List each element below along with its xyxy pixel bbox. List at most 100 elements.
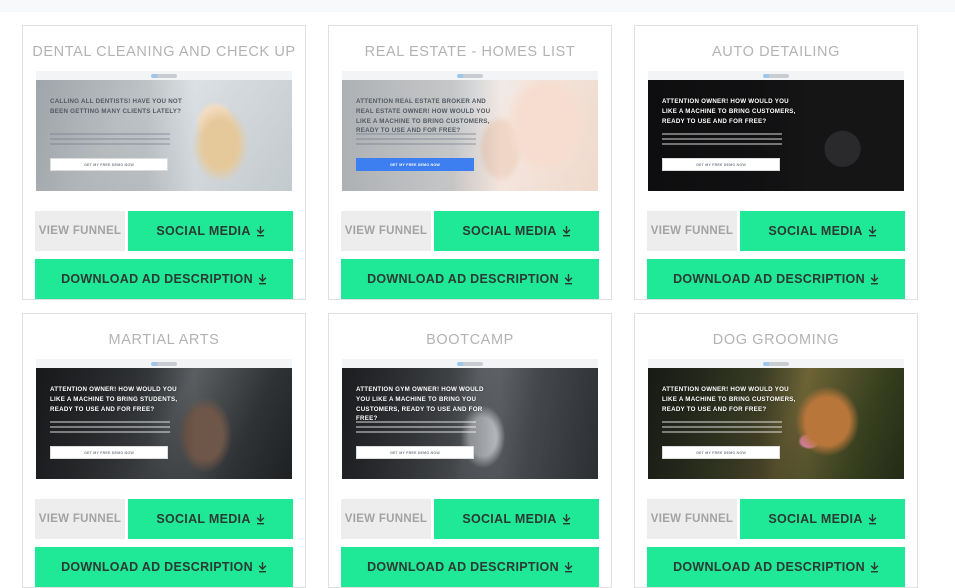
brand-logo-icon [457,361,483,366]
brand-logo-icon [151,73,177,78]
social-media-button[interactable]: SOCIAL MEDIA [740,211,905,252]
thumbnail-cta-label: GET MY FREE DEMO NOW [696,450,746,455]
card-title: REAL ESTATE - HOMES LIST [364,44,576,60]
thumbnail-subtext [356,133,476,148]
card-button-row: VIEW FUNNEL SOCIAL MEDIA [341,211,599,252]
funnel-card[interactable]: MARTIAL ARTS ATTENTION OWNER! HOW WOULD Y… [22,313,306,588]
social-media-button[interactable]: SOCIAL MEDIA [128,211,293,252]
funnel-thumbnail[interactable]: ATTENTION OWNER! HOW WOULD YOU LIKE A MA… [648,71,904,192]
social-media-label: SOCIAL MEDIA [768,224,863,239]
download-ad-label: DOWNLOAD AD DESCRIPTION [61,560,253,575]
thumbnail-cta-label: GET MY FREE DEMO NOW [84,162,134,167]
social-media-label: SOCIAL MEDIA [768,512,863,527]
download-icon [868,513,877,525]
social-media-label: SOCIAL MEDIA [462,224,557,239]
top-bar [0,0,955,12]
thumbnail-header-bar [36,359,292,369]
thumbnail-subtext [662,133,782,148]
download-icon [562,225,571,237]
social-media-button[interactable]: SOCIAL MEDIA [434,211,599,252]
social-media-button[interactable]: SOCIAL MEDIA [128,499,293,540]
card-title: DENTAL CLEANING AND CHECK UP [32,44,296,60]
thumbnail-subtext [662,421,782,436]
card-button-row: VIEW FUNNEL SOCIAL MEDIA [35,499,293,540]
download-ad-label: DOWNLOAD AD DESCRIPTION [673,560,865,575]
thumbnail-cta-button[interactable]: GET MY FREE DEMO NOW [662,446,780,460]
thumbnail-headline: ATTENTION OWNER! HOW WOULD YOU LIKE A MA… [662,386,796,413]
funnel-thumbnail[interactable]: ATTENTION OWNER! HOW WOULD YOU LIKE A MA… [36,359,292,480]
download-ad-label: DOWNLOAD AD DESCRIPTION [367,272,559,287]
thumbnail-subtext [50,421,170,436]
download-ad-label: DOWNLOAD AD DESCRIPTION [367,560,559,575]
brand-logo-icon [457,73,483,78]
download-ad-description-button[interactable]: DOWNLOAD AD DESCRIPTION [647,547,905,588]
download-icon [256,513,265,525]
download-icon [256,225,265,237]
brand-logo-icon [763,73,789,78]
download-ad-description-button[interactable]: DOWNLOAD AD DESCRIPTION [341,259,599,300]
view-funnel-button[interactable]: VIEW FUNNEL [35,211,125,252]
funnel-thumbnail[interactable]: CALLING ALL DENTISTS! HAVE YOU NOT BEEN … [36,71,292,192]
funnel-thumbnail[interactable]: ATTENTION REAL ESTATE BROKER AND REAL ES… [342,71,598,192]
view-funnel-button[interactable]: VIEW FUNNEL [647,499,737,540]
card-button-row: VIEW FUNNEL SOCIAL MEDIA [647,499,905,540]
thumbnail-cta-label: GET MY FREE DEMO NOW [390,450,440,455]
social-media-label: SOCIAL MEDIA [156,512,251,527]
thumbnail-cta-label: GET MY FREE DEMO NOW [84,450,134,455]
download-icon [258,273,267,285]
thumbnail-header-bar [648,71,904,81]
funnel-thumbnail[interactable]: ATTENTION GYM OWNER! HOW WOULD YOU LIKE … [342,359,598,480]
thumbnail-cta-button[interactable]: GET MY FREE DEMO NOW [50,446,168,460]
funnel-card-wrapper: AUTO DETAILING ATTENTION OWNER! HOW WOULD… [623,12,929,300]
view-funnel-button[interactable]: VIEW FUNNEL [341,499,431,540]
social-media-label: SOCIAL MEDIA [462,512,557,527]
view-funnel-button[interactable]: VIEW FUNNEL [341,211,431,252]
thumbnail-headline: ATTENTION REAL ESTATE BROKER AND REAL ES… [356,98,491,135]
card-button-row: VIEW FUNNEL SOCIAL MEDIA [647,211,905,252]
thumbnail-headline: ATTENTION OWNER! HOW WOULD YOU LIKE A MA… [50,386,178,413]
card-title: MARTIAL ARTS [108,332,220,348]
funnel-card[interactable]: DOG GROOMING ATTENTION OWNER! HOW WOULD Y… [634,313,918,588]
funnel-card[interactable]: DENTAL CLEANING AND CHECK UP CALLING ALL … [22,25,306,300]
download-icon [870,561,879,573]
thumbnail-subtext [50,133,170,148]
thumbnail-cta-button[interactable]: GET MY FREE DEMO NOW [50,158,168,172]
funnel-card[interactable]: AUTO DETAILING ATTENTION OWNER! HOW WOULD… [634,25,918,300]
download-ad-description-button[interactable]: DOWNLOAD AD DESCRIPTION [35,547,293,588]
download-ad-description-button[interactable]: DOWNLOAD AD DESCRIPTION [647,259,905,300]
card-button-row: VIEW FUNNEL SOCIAL MEDIA [35,211,293,252]
card-title: BOOTCAMP [426,332,514,348]
thumbnail-cta-label: GET MY FREE DEMO NOW [696,162,746,167]
funnel-card-wrapper: MARTIAL ARTS ATTENTION OWNER! HOW WOULD Y… [11,300,317,588]
funnel-card[interactable]: REAL ESTATE - HOMES LIST ATTENTION REAL E… [328,25,612,300]
thumbnail-header-bar [648,359,904,369]
funnel-thumbnail[interactable]: ATTENTION OWNER! HOW WOULD YOU LIKE A MA… [648,359,904,480]
view-funnel-button[interactable]: VIEW FUNNEL [35,499,125,540]
download-ad-label: DOWNLOAD AD DESCRIPTION [673,272,865,287]
thumbnail-header-bar [36,71,292,81]
download-ad-description-button[interactable]: DOWNLOAD AD DESCRIPTION [35,259,293,300]
thumbnail-subtext [356,421,476,436]
funnel-card[interactable]: BOOTCAMP ATTENTION GYM OWNER! HOW WOULD Y… [328,313,612,588]
funnel-card-wrapper: REAL ESTATE - HOMES LIST ATTENTION REAL E… [317,12,623,300]
download-icon [258,561,267,573]
funnel-card-grid: DENTAL CLEANING AND CHECK UP CALLING ALL … [0,12,955,588]
thumbnail-cta-label: GET MY FREE DEMO NOW [390,162,440,167]
thumbnail-cta-button[interactable]: GET MY FREE DEMO NOW [356,446,474,460]
social-media-button[interactable]: SOCIAL MEDIA [434,499,599,540]
download-icon [562,513,571,525]
thumbnail-cta-button[interactable]: GET MY FREE DEMO NOW [662,158,780,172]
download-icon [870,273,879,285]
funnel-card-wrapper: BOOTCAMP ATTENTION GYM OWNER! HOW WOULD Y… [317,300,623,588]
funnel-card-wrapper: DENTAL CLEANING AND CHECK UP CALLING ALL … [11,12,317,300]
card-button-row: VIEW FUNNEL SOCIAL MEDIA [341,499,599,540]
card-title: AUTO DETAILING [712,44,840,60]
brand-logo-icon [763,361,789,366]
card-title: DOG GROOMING [712,332,840,348]
view-funnel-button[interactable]: VIEW FUNNEL [647,211,737,252]
download-ad-description-button[interactable]: DOWNLOAD AD DESCRIPTION [341,547,599,588]
thumbnail-cta-button[interactable]: GET MY FREE DEMO NOW [356,158,474,172]
thumbnail-headline: ATTENTION GYM OWNER! HOW WOULD YOU LIKE … [356,386,484,423]
download-icon [564,561,573,573]
social-media-button[interactable]: SOCIAL MEDIA [740,499,905,540]
